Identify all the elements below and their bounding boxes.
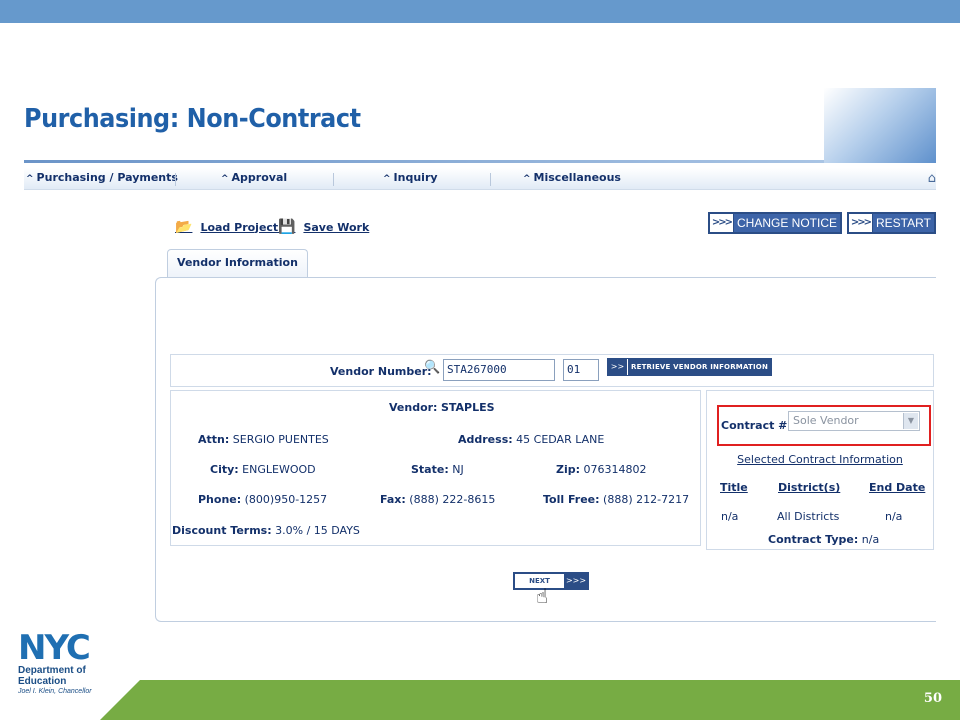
home-icon[interactable]: ⌂ — [928, 171, 936, 186]
vendor-phone: Phone: (800)950-1257 — [198, 493, 328, 506]
page-title: Purchasing: Non-Contract — [24, 104, 361, 134]
contract-number-label: Contract #: — [721, 419, 792, 432]
app-screenshot: ^ Purchasing / Payments ^ Approval ^ Inquir… — [24, 163, 936, 628]
contract-title-value: n/a — [721, 510, 739, 523]
page-number: 50 — [923, 691, 942, 706]
column-header-title: Title — [720, 481, 748, 494]
vendor-address: Address: 45 CEDAR LANE — [458, 433, 605, 446]
logo-line-1: Department of — [18, 665, 86, 676]
vendor-number-label: Vendor Number: — [330, 365, 432, 378]
menu-approval[interactable]: ^ Approval — [221, 171, 287, 184]
contract-end-date-value: n/a — [885, 510, 903, 523]
bottom-band-shape — [100, 680, 960, 720]
corner-gradient-block — [824, 88, 936, 164]
highlight-rectangle: Contract #: Sole Vendor ▼ — [717, 405, 931, 446]
caret-up-icon: ^ — [26, 174, 34, 184]
menu-purchasing-payments[interactable]: ^ Purchasing / Payments — [26, 171, 178, 184]
caret-up-icon: ^ — [221, 174, 229, 184]
menu-separator — [175, 173, 176, 186]
vendor-attn: Attn: SERGIO PUENTES — [198, 433, 329, 446]
vendor-zip: Zip: 076314802 — [556, 463, 647, 476]
contract-box: Contract #: Sole Vendor ▼ Selected Contr… — [706, 390, 934, 550]
vendor-name: Vendor: STAPLES — [389, 401, 495, 414]
chevrons-right-icon: >>> — [849, 214, 873, 232]
caret-up-icon: ^ — [523, 174, 531, 184]
vendor-suffix-input[interactable]: 01 — [563, 359, 599, 381]
hand-pointer-icon: ☝ — [536, 584, 549, 608]
menu-separator — [490, 173, 491, 186]
chevron-down-icon: ▼ — [903, 413, 918, 429]
menu-miscellaneous[interactable]: ^ Miscellaneous — [523, 171, 621, 184]
menu-inquiry[interactable]: ^ Inquiry — [383, 171, 438, 184]
vendor-details-box: Vendor: STAPLES Attn: SERGIO PUENTES Add… — [170, 390, 701, 546]
vendor-number-input[interactable]: STA267000 — [443, 359, 555, 381]
vendor-discount-terms: Discount Terms: 3.0% / 15 DAYS — [172, 524, 360, 537]
contract-number-select[interactable]: Sole Vendor ▼ — [788, 411, 920, 431]
vendor-toll-free: Toll Free: (888) 212-7217 — [543, 493, 690, 506]
vendor-city: City: ENGLEWOOD — [210, 463, 316, 476]
contract-type: Contract Type: n/a — [768, 533, 880, 546]
vendor-panel: Vendor Number: 🔍 STA267000 01 >> RETRIEV… — [155, 277, 936, 622]
logo-wordmark: NYC — [18, 628, 91, 668]
floppy-disk-icon: 💾 — [278, 219, 296, 235]
search-icon[interactable]: 🔍 — [424, 360, 440, 375]
vendor-fax: Fax: (888) 222-8615 — [380, 493, 496, 506]
column-header-end-date: End Date — [869, 481, 926, 494]
vendor-state: State: NJ — [411, 463, 464, 476]
vendor-number-row: Vendor Number: 🔍 STA267000 01 >> RETRIEV… — [170, 354, 934, 387]
change-notice-button[interactable]: >>> CHANGE NOTICE — [708, 212, 843, 234]
menu-separator — [333, 173, 334, 186]
chevrons-right-icon: >> — [608, 359, 628, 375]
contract-districts-value: All Districts — [777, 510, 840, 523]
bottom-band — [0, 680, 960, 720]
folder-open-icon: 📂 — [175, 219, 193, 235]
caret-up-icon: ^ — [383, 174, 391, 184]
chevrons-right-icon: >>> — [710, 214, 734, 232]
selected-contract-info-link[interactable]: Selected Contract Information — [707, 453, 933, 466]
column-header-districts: District(s) — [778, 481, 841, 494]
restart-button[interactable]: >>> RESTART — [847, 212, 936, 234]
chevrons-right-icon: >>> — [565, 574, 587, 588]
top-band — [0, 0, 960, 23]
tab-vendor-information[interactable]: Vendor Information — [167, 249, 308, 277]
next-button[interactable]: NEXT >>> — [513, 572, 589, 590]
load-project-link[interactable]: 📂 Load Project — [175, 219, 278, 235]
retrieve-vendor-button[interactable]: >> RETRIEVE VENDOR INFORMATION — [607, 358, 773, 376]
save-work-link[interactable]: 💾 Save Work — [278, 219, 369, 235]
menu-bar: ^ Purchasing / Payments ^ Approval ^ Inquir… — [24, 168, 936, 190]
